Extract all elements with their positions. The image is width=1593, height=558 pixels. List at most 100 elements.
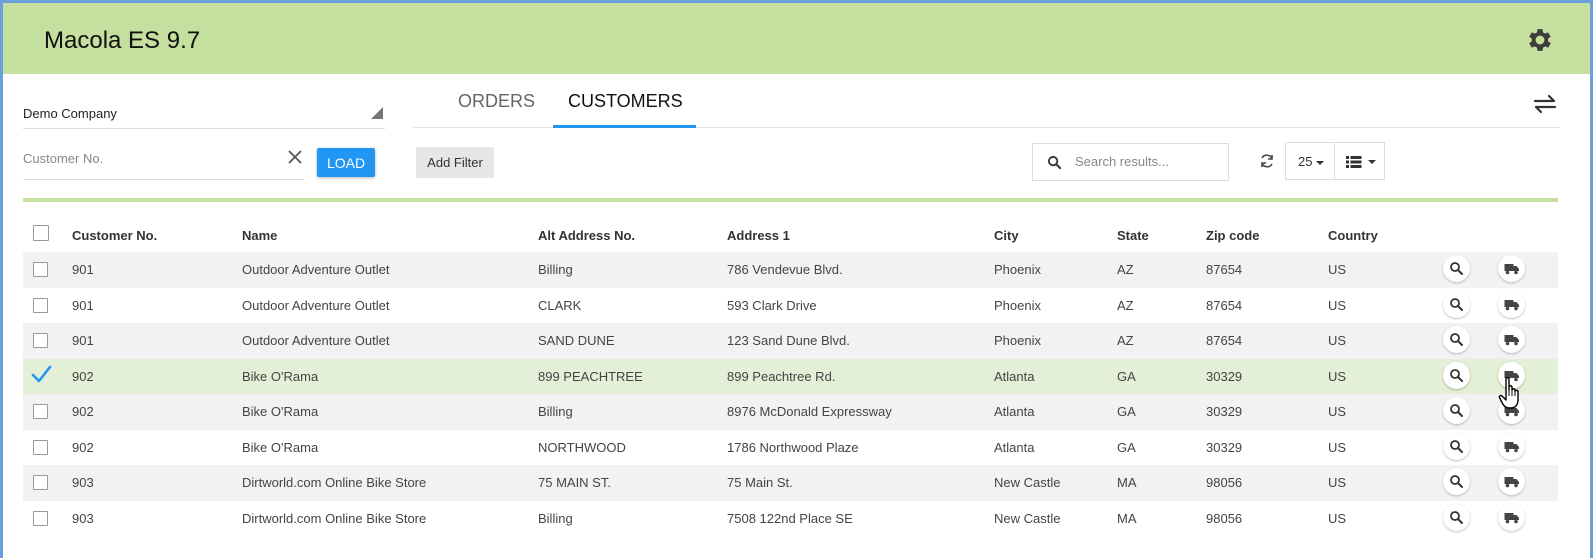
cell-customer-no: 901 bbox=[72, 333, 94, 348]
ship-to-button[interactable] bbox=[1498, 503, 1525, 531]
table-row[interactable]: 901 Outdoor Adventure Outlet CLARK 593 Clar… bbox=[23, 288, 1558, 324]
active-tab-indicator bbox=[553, 125, 696, 128]
customers-table: Customer No. Name Alt Address No. Addres… bbox=[23, 218, 1558, 536]
cell-address-1: 123 Sand Dune Blvd. bbox=[727, 333, 850, 348]
cell-state: GA bbox=[1117, 368, 1136, 384]
cell-state: AZ bbox=[1117, 333, 1134, 348]
tab-orders[interactable]: ORDERS bbox=[458, 91, 535, 112]
row-checkbox[interactable] bbox=[33, 404, 48, 419]
row-checkbox[interactable] bbox=[33, 510, 48, 526]
table-header: Customer No. Name Alt Address No. Addres… bbox=[23, 218, 1558, 252]
ship-to-button[interactable] bbox=[1498, 468, 1525, 495]
tab-customers[interactable]: CUSTOMERS bbox=[568, 91, 683, 112]
magnify-icon bbox=[1450, 404, 1463, 417]
truck-icon bbox=[1504, 441, 1519, 452]
dropdown-triangle-icon bbox=[371, 107, 383, 119]
refresh-icon[interactable] bbox=[1259, 153, 1275, 169]
cell-zip: 87654 bbox=[1206, 333, 1243, 348]
ship-to-button[interactable] bbox=[1498, 255, 1525, 282]
cell-country: US bbox=[1328, 262, 1347, 277]
load-button[interactable]: LOAD bbox=[317, 148, 375, 177]
close-icon[interactable] bbox=[286, 148, 304, 166]
table-row[interactable]: 902 Bike O'Rama Billing 8976 McDonald Expre… bbox=[23, 394, 1558, 430]
cell-alt-address: CLARK bbox=[538, 297, 582, 313]
table-row[interactable]: 901 Outdoor Adventure Outlet SAND DUNE 123 … bbox=[23, 323, 1558, 359]
add-filter-button[interactable]: Add Filter bbox=[416, 147, 494, 178]
cell-customer-no: 903 bbox=[72, 510, 94, 526]
column-header-address-1[interactable]: Address 1 bbox=[727, 228, 790, 243]
cell-customer-no: 902 bbox=[72, 439, 94, 455]
row-checkbox[interactable] bbox=[33, 262, 48, 277]
column-header-country[interactable]: Country bbox=[1328, 228, 1378, 243]
view-mode-dropdown[interactable] bbox=[1335, 142, 1385, 180]
cell-zip: 30329 bbox=[1206, 439, 1243, 455]
select-all-checkbox[interactable] bbox=[33, 225, 49, 241]
column-header-customer-no[interactable]: Customer No. bbox=[72, 228, 157, 243]
view-details-button[interactable] bbox=[1443, 361, 1470, 389]
row-checkbox[interactable] bbox=[33, 439, 48, 455]
company-select-value: Demo Company bbox=[23, 106, 117, 121]
column-header-zip[interactable]: Zip code bbox=[1206, 228, 1259, 243]
gear-icon[interactable] bbox=[1525, 25, 1555, 55]
table-row[interactable]: 903 Dirtworld.com Online Bike Store Billin… bbox=[23, 501, 1558, 537]
search-input[interactable] bbox=[1075, 154, 1220, 169]
cell-address-1: 75 Main St. bbox=[727, 475, 793, 490]
swap-icon[interactable] bbox=[1532, 94, 1558, 114]
checkmark-icon[interactable] bbox=[30, 363, 52, 385]
cell-city: Phoenix bbox=[994, 262, 1041, 277]
magnify-icon bbox=[1450, 333, 1463, 346]
cell-city: Atlanta bbox=[994, 439, 1035, 455]
row-checkbox[interactable] bbox=[33, 475, 48, 490]
row-checkbox[interactable] bbox=[33, 297, 48, 313]
company-select[interactable]: Demo Company bbox=[23, 98, 385, 129]
cell-state: GA bbox=[1117, 404, 1136, 419]
cell-name: Outdoor Adventure Outlet bbox=[242, 333, 390, 348]
cell-city: Phoenix bbox=[994, 297, 1041, 313]
customer-number-input[interactable] bbox=[23, 151, 263, 166]
truck-icon bbox=[1504, 477, 1519, 488]
cell-alt-address: Billing bbox=[538, 404, 573, 419]
search-box[interactable] bbox=[1032, 143, 1229, 181]
truck-icon bbox=[1504, 299, 1519, 310]
magnify-icon bbox=[1450, 439, 1463, 453]
view-details-button[interactable] bbox=[1443, 255, 1470, 282]
cell-country: US bbox=[1328, 404, 1347, 419]
table-row[interactable]: 902 Bike O'Rama 899 PEACHTREE 899 Peachtree… bbox=[23, 358, 1558, 394]
view-details-button[interactable] bbox=[1443, 503, 1470, 531]
page-size-dropdown[interactable]: 25 bbox=[1285, 142, 1335, 180]
customer-number-field[interactable] bbox=[23, 141, 305, 180]
cell-zip: 87654 bbox=[1206, 297, 1243, 313]
view-details-button[interactable] bbox=[1443, 468, 1470, 495]
view-details-button[interactable] bbox=[1443, 290, 1470, 318]
cell-name: Outdoor Adventure Outlet bbox=[242, 297, 390, 313]
table-row[interactable]: 902 Bike O'Rama NORTHWOOD 1786 Northwood Pl… bbox=[23, 430, 1558, 466]
view-details-button[interactable] bbox=[1443, 326, 1470, 353]
cell-state: MA bbox=[1117, 510, 1137, 526]
column-header-city[interactable]: City bbox=[994, 228, 1019, 243]
ship-to-button[interactable] bbox=[1498, 290, 1525, 318]
truck-icon bbox=[1504, 512, 1519, 523]
cell-alt-address: SAND DUNE bbox=[538, 333, 615, 348]
magnify-icon bbox=[1450, 262, 1463, 275]
cell-name: Bike O'Rama bbox=[242, 404, 319, 419]
column-header-alt-address[interactable]: Alt Address No. bbox=[538, 228, 635, 243]
list-view-icon bbox=[1346, 156, 1362, 168]
column-header-name[interactable]: Name bbox=[242, 228, 277, 243]
cell-alt-address: 75 MAIN ST. bbox=[538, 475, 611, 490]
ship-to-button[interactable] bbox=[1498, 326, 1525, 353]
truck-icon bbox=[1504, 264, 1519, 275]
magnify-icon bbox=[1450, 475, 1463, 488]
row-checkbox[interactable] bbox=[33, 333, 48, 348]
caret-down-icon bbox=[1316, 160, 1325, 165]
view-details-button[interactable] bbox=[1443, 432, 1470, 460]
cell-address-1: 8976 McDonald Expressway bbox=[727, 404, 892, 419]
table-row[interactable]: 903 Dirtworld.com Online Bike Store 75 MAI… bbox=[23, 465, 1558, 501]
cell-city: New Castle bbox=[994, 510, 1061, 526]
table-row[interactable]: 901 Outdoor Adventure Outlet Billing 786 Ve… bbox=[23, 252, 1558, 288]
cell-zip: 30329 bbox=[1206, 368, 1243, 384]
cell-state: AZ bbox=[1117, 297, 1134, 313]
ship-to-button[interactable] bbox=[1498, 432, 1525, 460]
hand-cursor-icon bbox=[1498, 377, 1519, 409]
view-details-button[interactable] bbox=[1443, 397, 1470, 424]
column-header-state[interactable]: State bbox=[1117, 228, 1149, 243]
